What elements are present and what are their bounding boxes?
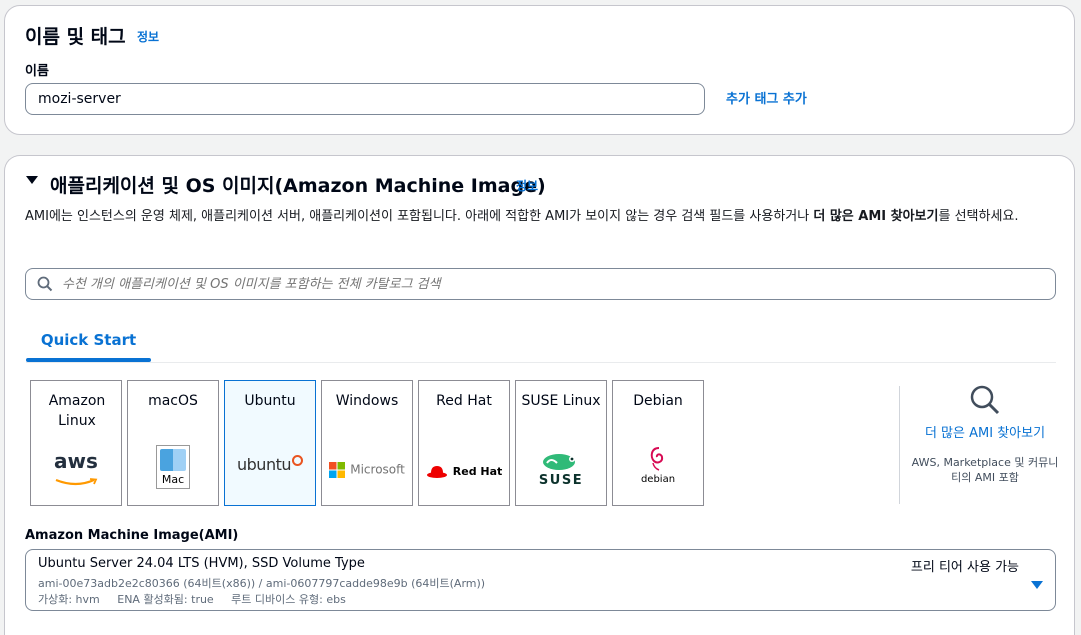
- os-tile-label: Debian: [633, 393, 683, 409]
- ami-info-link[interactable]: 정보: [516, 177, 538, 194]
- name-tags-title: 이름 및 태그: [25, 26, 126, 48]
- ami-meta: 가상화: hvm ENA 활성화됨: true 루트 디바이스 유형: ebs: [38, 593, 346, 606]
- add-tag-link[interactable]: 추가 태그 추가: [726, 88, 807, 107]
- tab-quick-start[interactable]: Quick Start: [26, 320, 151, 364]
- os-tile-ubuntu[interactable]: Ubuntu ubuntu: [224, 380, 316, 506]
- catalog-search-input[interactable]: [25, 268, 1056, 300]
- red-hat-logo-icon: Red Hat: [419, 461, 509, 480]
- ubuntu-logo-icon: ubuntu: [225, 455, 315, 474]
- os-tile-red-hat[interactable]: Red Hat Red Hat: [418, 380, 510, 506]
- browse-more-amis[interactable]: 더 많은 AMI 찾아보기 AWS, Marketplace 및 커뮤니티의 A…: [905, 384, 1065, 506]
- ami-description-text-end: 를 선택하세요.: [938, 209, 1019, 224]
- name-and-tags-panel: 이름 및 태그 정보 이름 추가 태그 추가: [4, 5, 1075, 135]
- os-tile-label: SUSE Linux: [521, 393, 601, 409]
- os-tile-windows[interactable]: Windows Microsoft: [321, 380, 413, 506]
- ami-description-text: AMI에는 인스턴스의 운영 체제, 애플리케이션 서버, 애플리케이션이 포함…: [25, 209, 814, 224]
- microsoft-logo-icon: Microsoft: [322, 459, 412, 478]
- browse-more-subtext: AWS, Marketplace 및 커뮤니티의 AMI 포함: [911, 456, 1059, 484]
- ami-label: Amazon Machine Image(AMI): [25, 528, 239, 543]
- magnifier-icon: [905, 384, 1065, 420]
- ami-section-title: 애플리케이션 및 OS 이미지(Amazon Machine Image): [50, 175, 546, 197]
- suse-chameleon-icon: SUSE: [516, 451, 606, 487]
- ami-panel: 애플리케이션 및 OS 이미지(Amazon Machine Image) 정보…: [4, 155, 1075, 635]
- os-tile-macos[interactable]: macOS Mac: [127, 380, 219, 506]
- tabs-divider: [26, 362, 1056, 363]
- browse-more-link[interactable]: 더 많은 AMI 찾아보기: [919, 424, 1051, 443]
- os-tile-label: macOS: [148, 393, 198, 409]
- name-tags-info-link[interactable]: 정보: [137, 28, 159, 45]
- debian-swirl-icon: debian: [613, 445, 703, 485]
- os-tile-label: Windows: [335, 393, 399, 409]
- ami-select[interactable]: Ubuntu Server 24.04 LTS (HVM), SSD Volum…: [25, 549, 1056, 611]
- ami-description: AMI에는 인스턴스의 운영 체제, 애플리케이션 서버, 애플리케이션이 포함…: [25, 206, 1055, 227]
- os-tile-label: Red Hat: [436, 393, 492, 409]
- ami-ids: ami-00e73adb2e2c80366 (64비트(x86)) / ami-…: [38, 577, 486, 590]
- name-input[interactable]: [25, 83, 705, 115]
- tab-active-indicator: [26, 358, 151, 362]
- search-icon: [37, 276, 53, 296]
- name-label: 이름: [25, 64, 49, 79]
- ami-description-bold: 더 많은 AMI 찾아보기: [813, 209, 939, 224]
- free-tier-badge: 프리 티어 사용 가능: [910, 560, 1019, 575]
- collapse-caret-icon[interactable]: [25, 172, 39, 191]
- os-tile-suse-linux[interactable]: SUSE Linux SUSE: [515, 380, 607, 506]
- os-tile-amazon-linux[interactable]: Amazon Linux aws: [30, 380, 122, 506]
- os-tile-debian[interactable]: Debian debian: [612, 380, 704, 506]
- ami-name: Ubuntu Server 24.04 LTS (HVM), SSD Volum…: [38, 556, 365, 571]
- catalog-search: [25, 268, 1056, 300]
- dropdown-caret-icon[interactable]: [1031, 575, 1043, 594]
- os-tile-label: Ubuntu: [244, 393, 296, 409]
- browse-divider: [899, 386, 900, 504]
- mac-finder-icon: Mac: [128, 445, 218, 493]
- aws-logo-icon: aws: [31, 451, 121, 490]
- tab-quick-start-label: Quick Start: [40, 331, 137, 349]
- os-tile-label: Amazon Linux: [48, 393, 106, 429]
